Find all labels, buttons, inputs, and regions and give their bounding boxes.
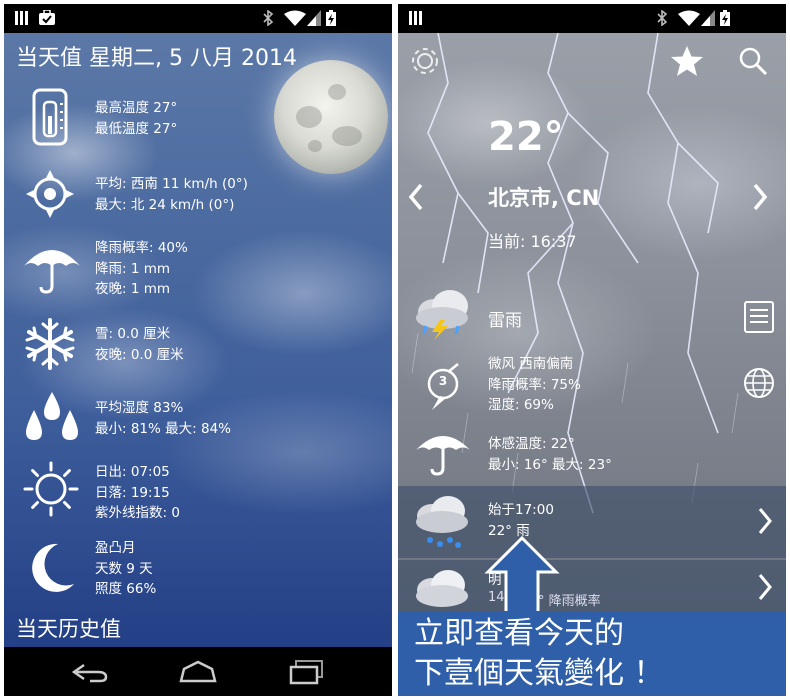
page-title: 当天值 星期二, 5 八月 2014 [16,46,297,71]
current-time: 当前: 16:37 [488,232,577,251]
navigation-bar [4,647,392,696]
thunderstorm-icon [416,290,468,340]
settings-gear-icon[interactable] [408,44,442,78]
chevron-right-icon[interactable] [750,182,770,212]
recent-apps-icon[interactable] [288,659,326,685]
globe-icon[interactable] [742,366,776,400]
forecast-row[interactable]: 明 14 ° 降雨概率 [398,560,786,611]
city-name: 北京市, CN [488,186,600,210]
sim-card-icon [15,11,28,25]
forecast-row[interactable]: 始于17:00 22° 雨 [398,486,786,558]
battery-charging-icon [720,10,730,26]
wifi-icon [678,10,700,26]
promo-banner: 立即查看今天的 下壹個天氣變化 ！ [398,611,786,696]
max-temp-text: 最高温度 27° [95,100,178,116]
left-phone-screen: 当天值 星期二, 5 八月 2014 最高温度 27° 最低温度 27° 平均:… [4,4,392,696]
chevron-right-icon[interactable] [756,572,774,602]
arrow-up-icon [484,535,560,616]
battery-charging-icon [326,10,336,26]
snowflake-icon [25,318,75,370]
wifi-icon [284,10,306,26]
humidity-text: 湿度: 69% [488,397,554,413]
search-icon[interactable] [738,46,768,76]
umbrella-icon [24,250,80,294]
wind-compass-icon [26,170,74,218]
rain-chance-text: 降雨概率: 40% [95,240,188,256]
night-snow-text: 夜晚: 0.0 厘米 [95,346,184,363]
min-temp-text: 最低温度 27° [95,120,178,137]
illumination-text: 照度 66% [95,581,157,597]
right-phone-screen: 22° 北京市, CN 当前: 16:37 雷雨 3 微风 西南偏南 降雨概率:… [398,4,786,696]
current-temperature: 22° [488,114,564,160]
details-document-icon[interactable] [743,300,775,334]
bluetooth-icon [657,10,668,26]
back-icon[interactable] [70,661,110,683]
bluetooth-icon [263,10,274,26]
sim-card-icon [409,11,422,25]
chevron-left-icon[interactable] [406,182,426,212]
briefcase-check-icon [39,10,55,25]
feels-like-text: 体感温度: 22° [488,436,575,452]
sunrise-text: 日出: 07:05 [95,464,170,480]
sunset-text: 日落: 19:15 [95,484,170,501]
wind-speed-badge: 3 [438,374,448,388]
chevron-right-icon[interactable] [756,506,774,536]
rain-chance-text: 降雨概率: 75% [488,376,581,393]
moon-image [274,60,388,174]
min-max-text: 最小: 16° 最大: 23° [488,456,612,473]
cell-signal-icon [701,10,715,26]
umbrella-icon [416,436,470,476]
history-values-heading[interactable]: 当天历史值 [16,613,121,643]
night-rain-text: 夜晚: 1 mm [95,281,171,297]
moon-phase-text: 盈凸月 [95,540,136,556]
uv-index-text: 紫外线指数: 0 [95,505,180,521]
cell-signal-icon [307,10,321,26]
thermometer-icon [32,88,68,146]
wind-avg-text: 平均: 西南 11 km/h (0°) [95,176,248,192]
wind-description-text: 微风 西南偏南 [488,356,574,372]
banner-line-2: 下壹個天氣變化 ！ [414,656,664,691]
banner-line-1: 立即查看今天的 [414,616,624,651]
snow-text: 雪: 0.0 厘米 [95,326,171,342]
cloud-icon [416,570,468,607]
weather-condition: 雷雨 [488,311,522,331]
sun-icon [23,461,79,517]
rain-amount-text: 降雨: 1 mm [95,260,171,277]
wind-max-text: 最大: 北 24 km/h (0°) [95,196,235,213]
status-bar [398,4,786,33]
moon-age-text: 天数 9 天 [95,560,153,577]
home-icon[interactable] [178,659,218,685]
humidity-range-text: 最小: 81% 最大: 84% [95,420,231,437]
status-bar [4,4,392,33]
rain-cloud-icon [416,496,468,548]
avg-humidity-text: 平均湿度 83% [95,400,184,416]
favorite-star-icon[interactable] [670,44,704,78]
humidity-drops-icon [26,392,78,440]
crescent-moon-icon [32,543,74,592]
forecast-start-time: 始于17:00 [488,502,554,518]
